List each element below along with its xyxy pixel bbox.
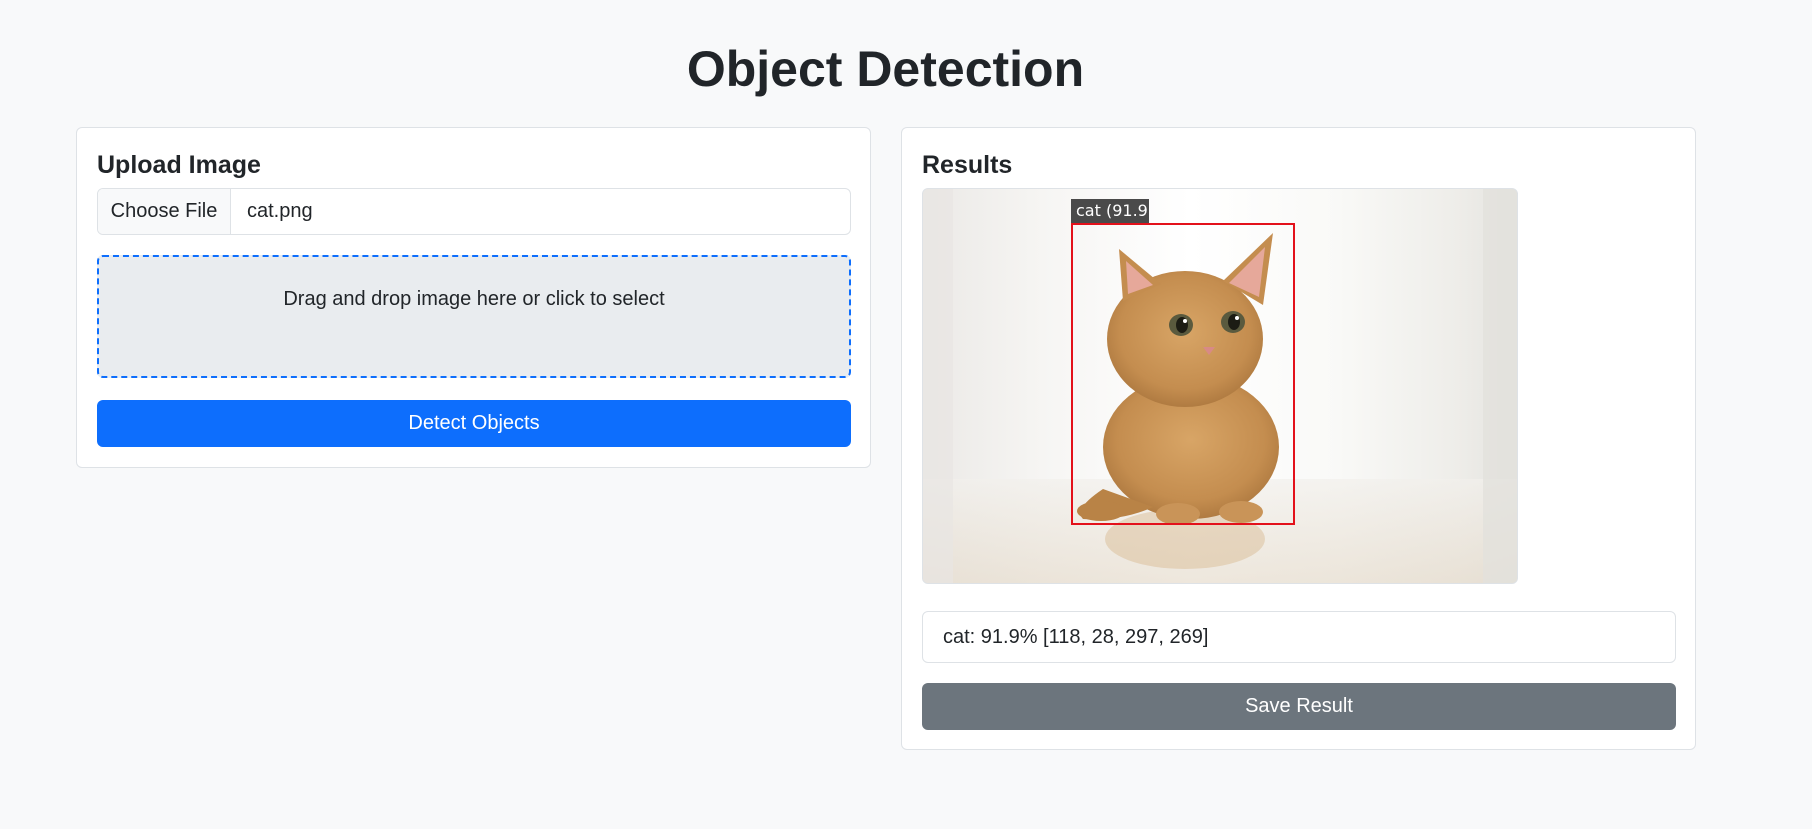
upload-card: Upload Image Choose File cat.png Drag an… (76, 127, 871, 468)
bounding-box (1071, 223, 1295, 525)
detect-objects-button[interactable]: Detect Objects (97, 400, 851, 447)
bounding-box-label: cat (91.9 (1071, 199, 1149, 223)
detection-result-text: cat: 91.9% [118, 28, 297, 269] (922, 611, 1676, 663)
drop-zone[interactable]: Drag and drop image here or click to sel… (97, 255, 851, 378)
file-name: cat.png (247, 200, 313, 222)
results-card-title: Results (922, 151, 1013, 179)
upload-card-title: Upload Image (97, 151, 261, 179)
page-title: Object Detection (686, 41, 1085, 97)
save-result-button[interactable]: Save Result (922, 683, 1676, 730)
file-input[interactable]: Choose File cat.png (97, 188, 851, 235)
result-image: cat (91.9 (922, 188, 1518, 584)
drop-zone-text: Drag and drop image here or click to sel… (283, 288, 665, 310)
choose-file-button[interactable]: Choose File (98, 189, 231, 234)
results-card: Results cat (91.9 cat: 91.9% [118, 28, 2… (901, 127, 1696, 750)
